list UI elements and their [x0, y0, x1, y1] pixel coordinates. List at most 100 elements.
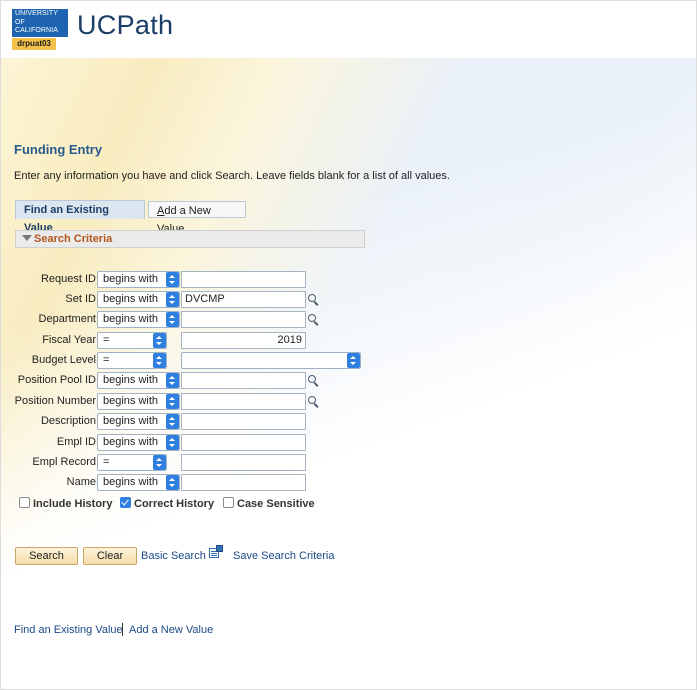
- field-row-fiscal-year: Fiscal Year = 2019: [1, 332, 401, 349]
- select-value: begins with: [103, 415, 159, 427]
- select-value: =: [103, 334, 110, 346]
- set-id-magnifier-icon[interactable]: [307, 293, 320, 306]
- checkbox-box[interactable]: [223, 497, 234, 508]
- checkbox-label: Correct History: [134, 498, 215, 510]
- select-value: begins with: [103, 436, 159, 448]
- fiscal-year-input[interactable]: 2019: [181, 332, 306, 349]
- select-value: begins with: [103, 374, 159, 386]
- clear-button[interactable]: Clear: [83, 547, 137, 565]
- section-label: Search Criteria: [34, 233, 113, 245]
- include-history-checkbox[interactable]: Include History: [19, 497, 112, 510]
- name-operator-select[interactable]: begins with: [97, 474, 180, 491]
- field-row-empl-record: Empl Record =: [1, 454, 401, 471]
- field-label: Fiscal Year: [42, 334, 96, 346]
- field-row-request-id: Request ID begins with: [1, 271, 401, 288]
- dropdown-arrow-icon[interactable]: [166, 414, 179, 429]
- checkbox-label: Case Sensitive: [237, 498, 315, 510]
- dropdown-arrow-icon[interactable]: [166, 435, 179, 450]
- dropdown-arrow-icon[interactable]: [153, 455, 166, 470]
- set-id-input[interactable]: DVCMP: [181, 291, 306, 308]
- field-row-budget-level: Budget Level =: [1, 352, 401, 369]
- select-value: begins with: [103, 293, 159, 305]
- instructions: Enter any information you have and click…: [14, 170, 450, 182]
- field-label: Name: [66, 476, 96, 488]
- position-number-magnifier-icon[interactable]: [307, 395, 320, 408]
- dropdown-arrow-icon[interactable]: [166, 475, 179, 490]
- search-criteria-header[interactable]: Search Criteria: [15, 230, 365, 248]
- empl-record-input[interactable]: [181, 454, 306, 471]
- select-value: =: [103, 354, 110, 366]
- header: UNIVERSITY OF CALIFORNIA drpuat03 UCPath: [1, 1, 696, 58]
- dropdown-arrow-icon[interactable]: [166, 312, 179, 327]
- basic-search-link[interactable]: Basic Search: [141, 550, 206, 562]
- position-pool-id-operator-select[interactable]: begins with: [97, 372, 180, 389]
- uc-logo: UNIVERSITY OF CALIFORNIA: [12, 9, 68, 37]
- field-row-position-number: Position Number begins with: [1, 393, 401, 410]
- footer-add-new-link[interactable]: Add a New Value: [129, 624, 213, 636]
- logo-line: UNIVERSITY: [15, 10, 59, 17]
- dropdown-arrow-icon[interactable]: [153, 333, 166, 348]
- search-button[interactable]: Search: [15, 547, 78, 565]
- department-magnifier-icon[interactable]: [307, 313, 320, 326]
- logo-line: CALIFORNIA: [15, 27, 59, 34]
- fiscal-year-operator-select[interactable]: =: [97, 332, 167, 349]
- position-number-operator-select[interactable]: begins with: [97, 393, 180, 410]
- field-label: Department: [38, 313, 96, 325]
- field-label: Request ID: [40, 273, 96, 285]
- position-pool-id-input[interactable]: [181, 372, 306, 389]
- dropdown-arrow-icon[interactable]: [347, 353, 360, 368]
- case-sensitive-checkbox[interactable]: Case Sensitive: [223, 497, 315, 510]
- description-input[interactable]: [181, 413, 306, 430]
- field-row-description: Description begins with: [1, 413, 401, 430]
- select-value: =: [103, 456, 110, 468]
- field-label: Description: [40, 415, 96, 427]
- dropdown-arrow-icon[interactable]: [153, 353, 166, 368]
- set-id-operator-select[interactable]: begins with: [97, 291, 180, 308]
- request-id-input[interactable]: [181, 271, 306, 288]
- checkbox-box[interactable]: [19, 497, 30, 508]
- budget-level-value-select[interactable]: [181, 352, 361, 369]
- triangle-down-icon[interactable]: [22, 235, 32, 241]
- footer-find-existing-link[interactable]: Find an Existing Value: [14, 624, 123, 636]
- field-row-position-pool-id: Position Pool ID begins with: [1, 372, 401, 389]
- name-input[interactable]: [181, 474, 306, 491]
- page-frame: UNIVERSITY OF CALIFORNIA drpuat03 UCPath…: [0, 0, 697, 690]
- department-input[interactable]: [181, 311, 306, 328]
- dropdown-arrow-icon[interactable]: [166, 272, 179, 287]
- field-row-department: Department begins with: [1, 311, 401, 328]
- checkbox-label: Include History: [33, 498, 113, 510]
- select-value: begins with: [103, 476, 159, 488]
- correct-history-checkbox[interactable]: Correct History: [120, 497, 214, 510]
- save-search-icon[interactable]: [209, 545, 223, 559]
- field-label: Position Number: [14, 395, 96, 407]
- tab-find-existing-value[interactable]: Find an Existing Value: [15, 200, 145, 234]
- dropdown-arrow-icon[interactable]: [166, 292, 179, 307]
- description-operator-select[interactable]: begins with: [97, 413, 180, 430]
- page-title: Funding Entry: [14, 142, 103, 157]
- empl-id-input[interactable]: [181, 434, 306, 451]
- field-label: Set ID: [65, 293, 96, 305]
- save-search-criteria-link[interactable]: Save Search Criteria: [233, 550, 335, 562]
- budget-level-operator-select[interactable]: =: [97, 352, 167, 369]
- footer-divider: [122, 623, 123, 636]
- dropdown-arrow-icon[interactable]: [166, 373, 179, 388]
- position-pool-id-magnifier-icon[interactable]: [307, 374, 320, 387]
- empl-id-operator-select[interactable]: begins with: [97, 434, 180, 451]
- dropdown-arrow-icon[interactable]: [166, 394, 179, 409]
- field-row-name: Name begins with: [1, 474, 401, 491]
- tab-add-new-value[interactable]: Add a New Value: [148, 201, 246, 235]
- position-number-input[interactable]: [181, 393, 306, 410]
- empl-record-operator-select[interactable]: =: [97, 454, 167, 471]
- checkbox-box[interactable]: [120, 497, 131, 508]
- environment-badge: drpuat03: [12, 38, 56, 50]
- department-operator-select[interactable]: begins with: [97, 311, 180, 328]
- field-label: Position Pool ID: [17, 374, 96, 386]
- field-label: Empl ID: [56, 436, 96, 448]
- field-row-set-id: Set ID begins with DVCMP: [1, 291, 401, 308]
- select-value: begins with: [103, 313, 159, 325]
- field-label: Budget Level: [31, 354, 96, 366]
- select-value: begins with: [103, 395, 159, 407]
- request-id-operator-select[interactable]: begins with: [97, 271, 180, 288]
- field-label: Empl Record: [32, 456, 96, 468]
- field-row-empl-id: Empl ID begins with: [1, 434, 401, 451]
